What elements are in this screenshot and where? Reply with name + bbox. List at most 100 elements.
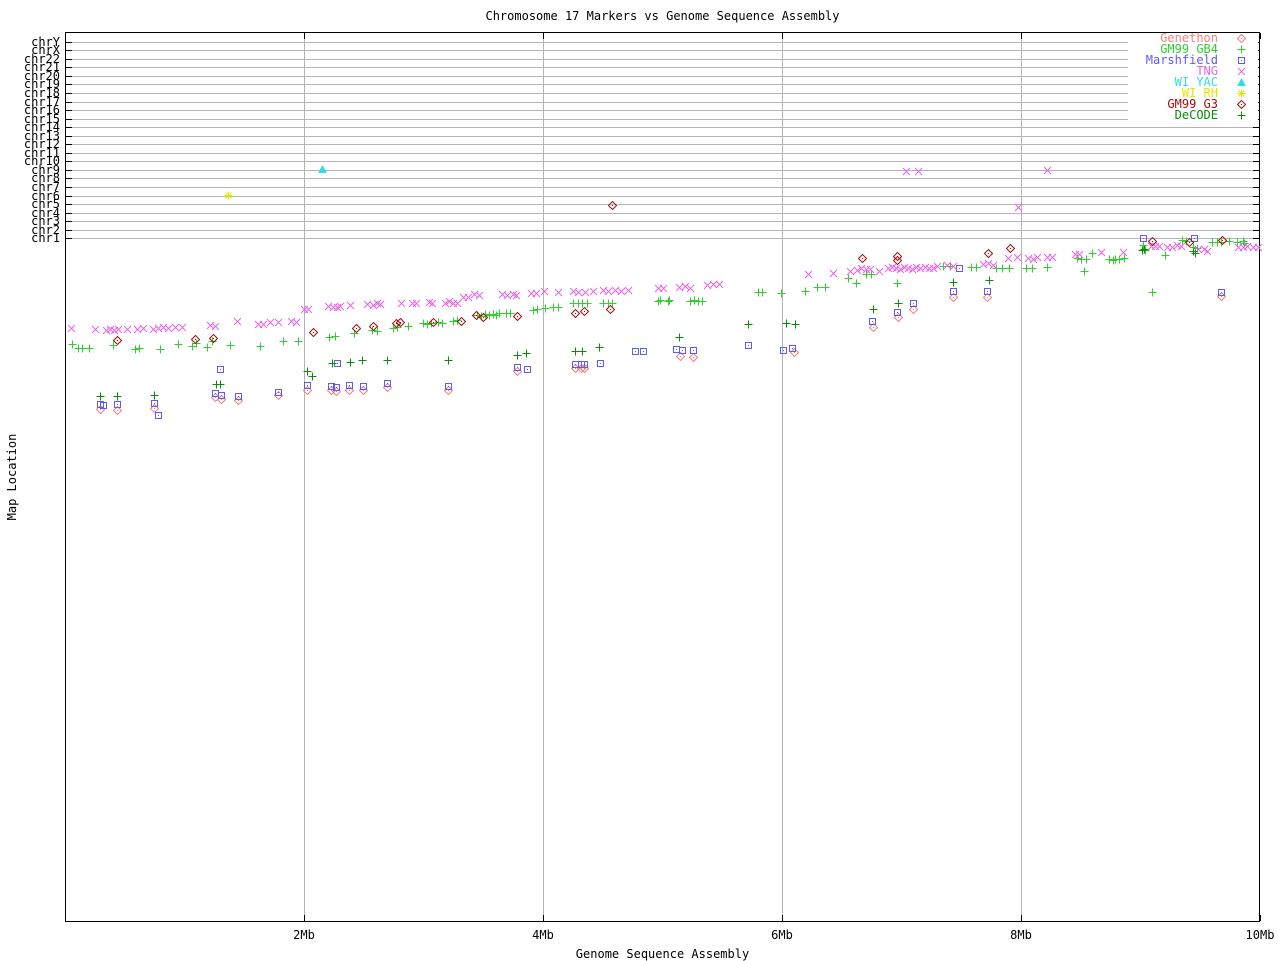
data-point-marshfield xyxy=(154,411,163,420)
left-tick-chr21 xyxy=(66,67,72,68)
data-point-gm99-g3 xyxy=(396,318,405,327)
data-point-decode xyxy=(96,392,105,401)
data-point-tng xyxy=(1097,248,1106,257)
data-point-tng xyxy=(933,262,942,271)
gridline-chrX xyxy=(67,50,1258,51)
gridline-chr6 xyxy=(67,196,1258,197)
data-point-tng xyxy=(829,269,838,278)
right-tick-chr10 xyxy=(1253,161,1259,162)
data-point-gm99-g3 xyxy=(858,254,867,263)
data-point-tng xyxy=(1014,203,1023,212)
data-point-gm99-gb4 xyxy=(801,287,810,296)
left-tick-chr4 xyxy=(66,213,72,214)
gridline-chr15 xyxy=(67,119,1258,120)
data-point-decode xyxy=(744,320,753,329)
data-point-marshfield xyxy=(909,299,918,308)
right-tick-chr13 xyxy=(1253,136,1259,137)
data-point-gm99-gb4 xyxy=(174,340,183,349)
right-tick-chr3 xyxy=(1253,221,1259,222)
data-point-tng xyxy=(1013,253,1022,262)
data-point-tng xyxy=(624,286,633,295)
data-point-tng xyxy=(428,299,437,308)
data-point-gm99-g3 xyxy=(429,318,438,327)
data-point-gm99-gb4 xyxy=(438,319,447,328)
data-point-decode xyxy=(949,278,958,287)
left-tick-chr3 xyxy=(66,221,72,222)
data-point-marshfield xyxy=(303,381,312,390)
data-point-gm99-gb4 xyxy=(852,279,861,288)
y-axis-label: Map Location xyxy=(5,433,19,521)
data-point-gm99-g3 xyxy=(893,256,902,265)
left-tick-chr14 xyxy=(66,127,72,128)
data-point-marshfield xyxy=(893,308,902,317)
left-tick-chr8 xyxy=(66,178,72,179)
data-point-gm99-g3 xyxy=(1185,238,1194,247)
right-tick-chr11 xyxy=(1253,153,1259,154)
data-point-gm99-gb4 xyxy=(777,289,786,298)
data-point-gm99-g3 xyxy=(209,334,218,343)
data-point-decode xyxy=(383,356,392,365)
data-point-tng xyxy=(412,299,421,308)
data-point-gm99-g3 xyxy=(113,336,122,345)
left-tick-chr22 xyxy=(66,59,72,60)
data-point-decode xyxy=(675,333,684,342)
data-point-decode xyxy=(513,351,522,360)
data-point-gm99-g3 xyxy=(479,313,488,322)
data-point-tng xyxy=(1075,250,1084,259)
data-point-decode xyxy=(328,359,337,368)
left-tick-chr17 xyxy=(66,102,72,103)
data-point-decode xyxy=(1140,245,1149,254)
plot-area xyxy=(65,32,1263,922)
data-point-tng xyxy=(274,318,283,327)
gridline-chr20 xyxy=(67,76,1258,77)
data-point-gm99-gb4 xyxy=(893,279,902,288)
gridline-chr17 xyxy=(67,102,1258,103)
data-point-gm99-gb4 xyxy=(1005,264,1014,273)
gridline-chr4 xyxy=(67,213,1258,214)
gridline-chr12 xyxy=(67,144,1258,145)
data-point-marshfield xyxy=(345,381,354,390)
data-point-wi-rh xyxy=(224,191,233,200)
legend-item-marshfield: Marshfield xyxy=(1128,54,1258,66)
data-point-decode xyxy=(444,356,453,365)
left-tick-chr1 xyxy=(66,238,72,239)
data-point-gm99-gb4 xyxy=(85,344,94,353)
data-point-gm99-g3 xyxy=(571,309,580,318)
data-point-tng xyxy=(1048,253,1057,262)
data-point-decode xyxy=(578,347,587,356)
x-tick-label-10Mb: 10Mb xyxy=(1245,928,1275,942)
data-point-tng xyxy=(866,265,875,274)
top-tick-10Mb xyxy=(1260,33,1261,39)
x-tick-label-2Mb: 2Mb xyxy=(293,928,315,942)
gridline-chr14 xyxy=(67,127,1258,128)
data-point-gm99-gb4 xyxy=(1043,263,1052,272)
data-point-tng xyxy=(67,324,76,333)
gridline-chr9 xyxy=(67,170,1258,171)
data-point-gm99-gb4 xyxy=(404,322,413,331)
wi-rh-marker-icon xyxy=(1237,89,1246,98)
left-tick-chr5 xyxy=(66,204,72,205)
data-point-marshfield xyxy=(274,388,283,397)
data-point-decode xyxy=(985,276,994,285)
data-point-tng xyxy=(804,270,813,279)
data-point-marshfield xyxy=(513,363,522,372)
left-tick-chr9 xyxy=(66,170,72,171)
data-point-decode xyxy=(216,380,225,389)
data-point-tng xyxy=(475,291,484,300)
data-point-decode xyxy=(346,358,355,367)
left-tick-chr18 xyxy=(66,93,72,94)
left-tick-chr20 xyxy=(66,76,72,77)
gridline-4Mb xyxy=(543,34,544,920)
top-tick-6Mb xyxy=(782,33,783,39)
data-point-decode xyxy=(358,356,367,365)
data-point-gm99-g3 xyxy=(457,317,466,326)
data-point-tng xyxy=(589,287,598,296)
gridline-2Mb xyxy=(304,34,305,920)
gridline-chr5 xyxy=(67,204,1258,205)
gridline-chr8 xyxy=(67,178,1258,179)
data-point-decode xyxy=(782,319,791,328)
right-tick-chr12 xyxy=(1253,144,1259,145)
x-tick-label-4Mb: 4Mb xyxy=(532,928,554,942)
gridline-chr13 xyxy=(67,136,1258,137)
gridline-chr16 xyxy=(67,110,1258,111)
